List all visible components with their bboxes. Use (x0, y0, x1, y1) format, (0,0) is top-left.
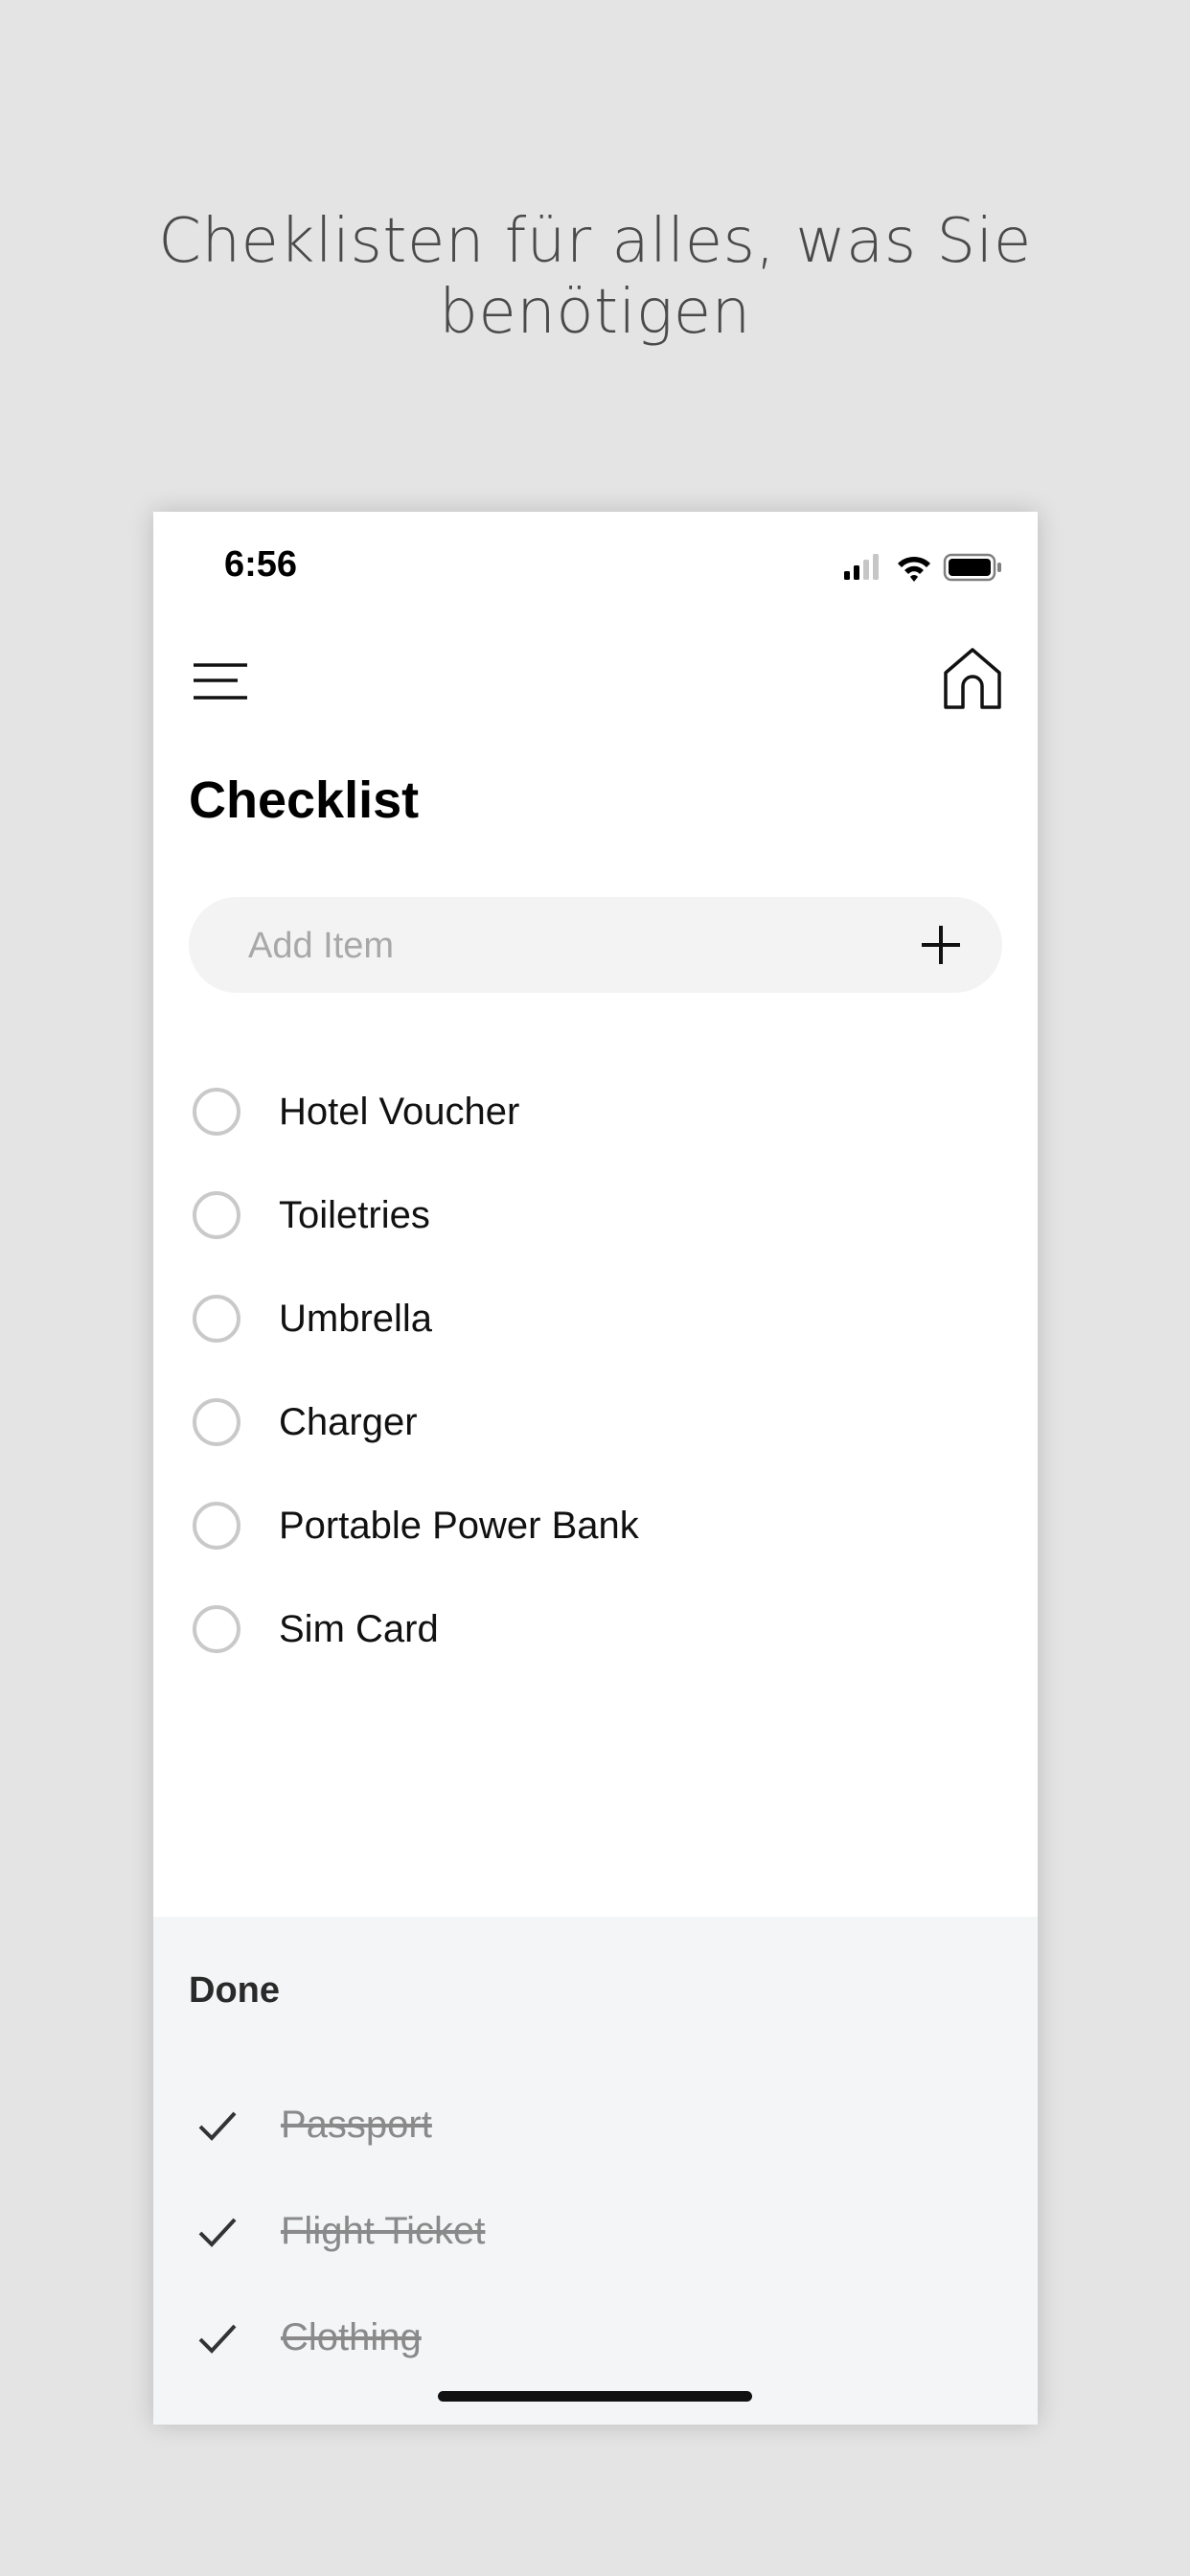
checkbox-circle-icon[interactable] (193, 1295, 240, 1343)
signal-icon (844, 554, 879, 580)
item-label: Toiletries (279, 1193, 430, 1236)
done-title: Done (189, 1970, 280, 2011)
add-item-input[interactable] (246, 897, 863, 995)
done-item-label: Clothing (281, 2316, 422, 2358)
checkmark-icon[interactable] (195, 2315, 240, 2361)
item-label: Sim Card (279, 1607, 439, 1650)
done-list-item[interactable]: Passport (189, 2072, 1002, 2178)
list-item[interactable]: Umbrella (189, 1267, 1002, 1370)
done-item-label: Flight Ticket (281, 2210, 486, 2252)
checkbox-circle-icon[interactable] (193, 1502, 240, 1550)
status-icons (842, 550, 1003, 585)
checkbox-circle-icon[interactable] (193, 1398, 240, 1446)
list-item[interactable]: Toiletries (189, 1163, 1002, 1267)
item-label: Charger (279, 1400, 418, 1443)
done-list-item[interactable]: Clothing (189, 2285, 1002, 2391)
done-list-item[interactable]: Flight Ticket (189, 2178, 1002, 2285)
done-item-label: Passport (281, 2104, 432, 2146)
home-indicator[interactable] (438, 2391, 752, 2402)
menu-icon[interactable] (190, 652, 251, 713)
checkbox-circle-icon[interactable] (193, 1088, 240, 1136)
item-label: Umbrella (279, 1297, 433, 1340)
add-item-bar (189, 897, 1002, 995)
checkbox-circle-icon[interactable] (193, 1191, 240, 1239)
checkbox-circle-icon[interactable] (193, 1605, 240, 1653)
status-icons-svg (844, 553, 1001, 582)
todo-list: Hotel Voucher Toiletries Umbrella Charge… (189, 1060, 1002, 1681)
wifi-icon (898, 556, 930, 582)
item-label: Portable Power Bank (279, 1504, 639, 1547)
item-label: Hotel Voucher (279, 1090, 520, 1133)
done-list: Passport Flight Ticket Clothing (189, 2072, 1002, 2391)
status-time: 6:56 (224, 544, 298, 585)
plus-icon[interactable] (918, 922, 964, 968)
screenshot-canvas: Cheklisten für alles, was Sie benötigen … (0, 0, 1190, 2576)
checkmark-icon[interactable] (195, 2103, 240, 2149)
status-bar: 6:56 (153, 512, 1038, 617)
toolbar (153, 636, 1038, 732)
list-item[interactable]: Charger (189, 1370, 1002, 1474)
done-section: Done Passport Flight Ticket Clothing (153, 1917, 1038, 2425)
checkmark-icon[interactable] (195, 2209, 240, 2255)
phone-screen: 6:56 Checklist Add Item Hotel Voucher To… (153, 512, 1038, 2425)
list-item[interactable]: Portable Power Bank (189, 1474, 1002, 1577)
battery-icon (943, 553, 1001, 582)
promo-headline: Cheklisten für alles, was Sie benötigen (158, 206, 1032, 348)
list-item[interactable]: Hotel Voucher (189, 1060, 1002, 1163)
list-item[interactable]: Sim Card (189, 1577, 1002, 1681)
page-title: Checklist (189, 771, 420, 829)
home-icon[interactable] (942, 646, 1003, 711)
